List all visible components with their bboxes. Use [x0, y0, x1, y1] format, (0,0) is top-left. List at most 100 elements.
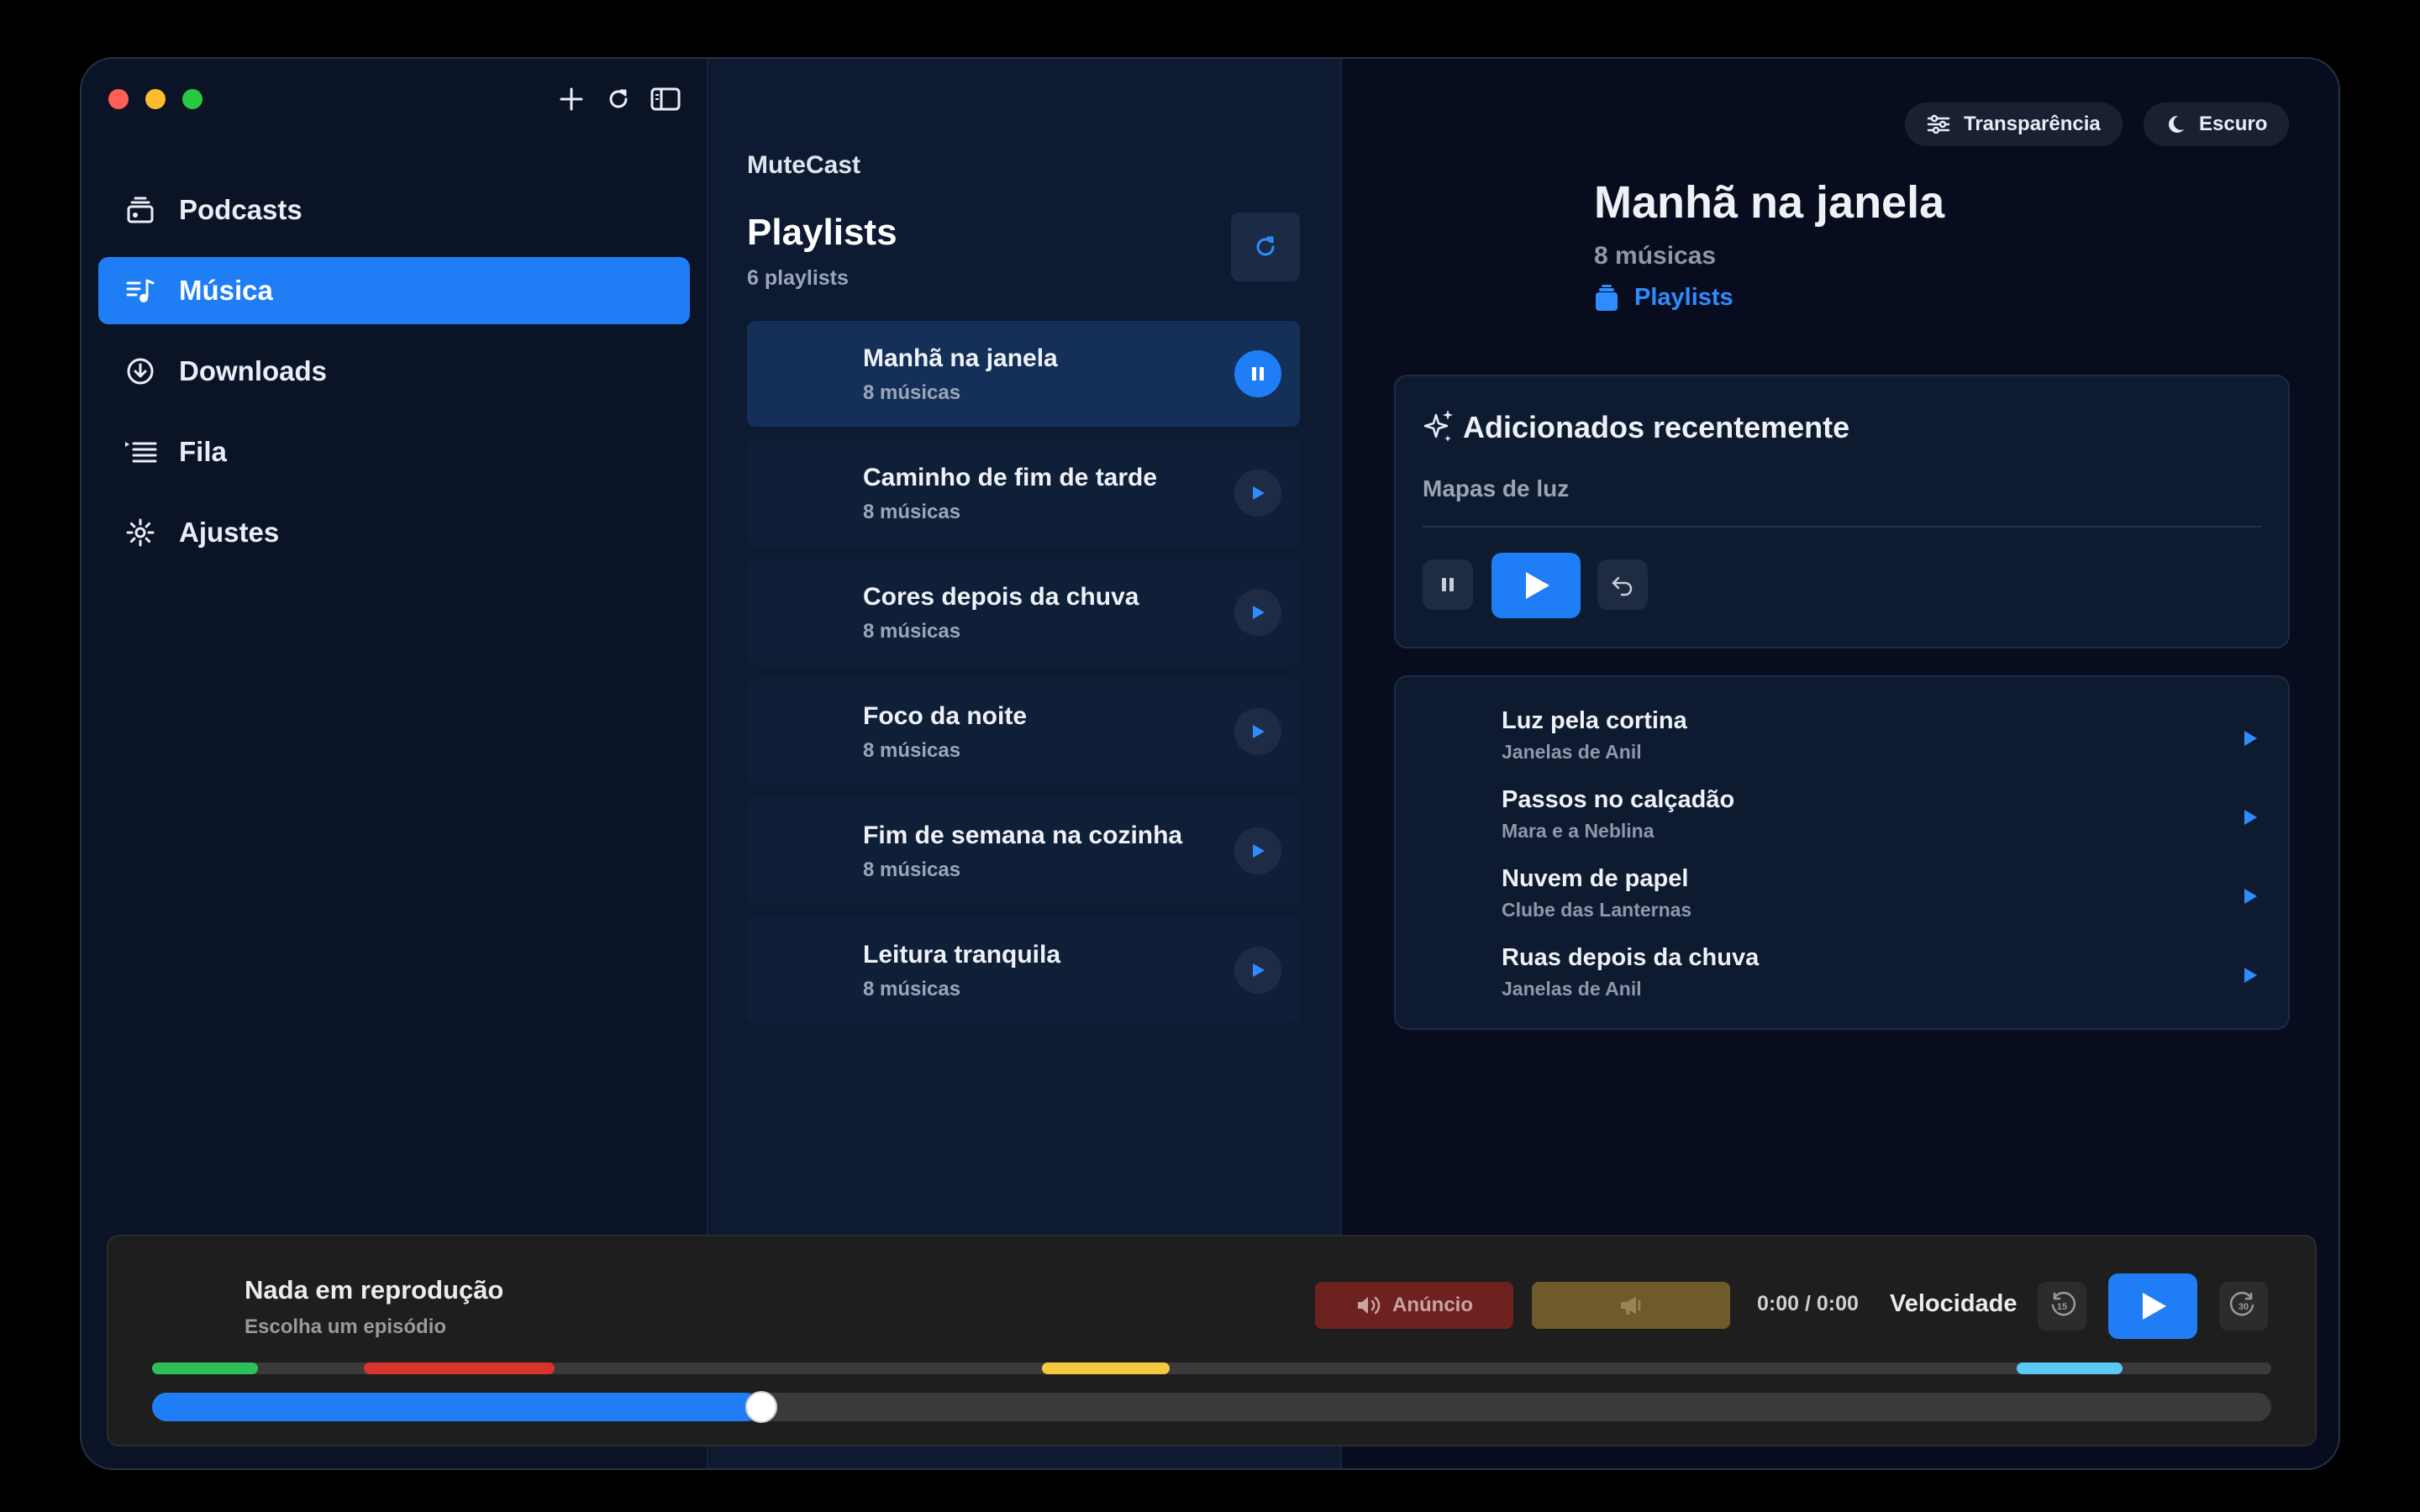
minimize-window-button[interactable]	[145, 89, 166, 109]
stack-icon	[1596, 284, 1618, 311]
toggle-sidebar-button[interactable]	[650, 84, 681, 114]
player-bar: Nada em reprodução Escolha um episódio A…	[107, 1235, 2317, 1446]
now-playing-title: Nada em reprodução	[245, 1275, 504, 1305]
list-item[interactable]: Caminho de fim de tarde 8 músicas	[747, 440, 1300, 546]
song-artist: Clube das Lanternas	[1502, 899, 1692, 921]
play-button[interactable]	[1234, 708, 1281, 755]
playlist-count: 8 músicas	[863, 501, 961, 523]
sidebar-item-label: Ajustes	[179, 517, 280, 548]
playlist-count: 8 músicas	[863, 858, 961, 881]
theme-toggle[interactable]: Escuro	[2144, 102, 2290, 146]
playlist-list: Manhã na janela 8 músicas Caminho de fim…	[747, 321, 1300, 1037]
sidebar-toolbar	[556, 84, 681, 114]
song-artist: Janelas de Anil	[1502, 978, 1642, 1000]
recently-added-card: Adicionados recentemente Mapas de luz	[1394, 375, 2290, 648]
play-button[interactable]	[1234, 470, 1281, 517]
window-controls	[108, 89, 203, 109]
list-item[interactable]: Passos no calçadão Mara e a Neblina	[1502, 786, 2263, 853]
app-window: Podcasts Música Downloads Fila Ajustes M…	[80, 57, 2340, 1470]
playlist-count: 8 músicas	[863, 381, 961, 404]
play-icon	[1253, 844, 1265, 858]
queue-icon	[124, 435, 157, 469]
mute-button[interactable]	[1532, 1282, 1730, 1329]
sidebar-item-fila[interactable]: Fila	[98, 418, 690, 486]
progress-fill	[152, 1393, 760, 1421]
song-title: Luz pela cortina	[1502, 707, 1687, 734]
play-button[interactable]	[1234, 947, 1281, 994]
undo-button[interactable]	[1597, 559, 1648, 610]
sidebar-item-musica[interactable]: Música	[98, 257, 690, 324]
play-icon	[1253, 725, 1265, 738]
sparkles-icon	[1423, 410, 1453, 442]
sidebar-nav: Podcasts Música Downloads Fila Ajustes	[98, 176, 690, 580]
play-button[interactable]	[1234, 589, 1281, 636]
recently-added-title: Adicionados recentemente	[1463, 410, 1850, 444]
close-window-button[interactable]	[108, 89, 129, 109]
play-icon	[2244, 810, 2257, 825]
pause-button[interactable]	[1234, 350, 1281, 397]
list-item[interactable]: Fim de semana na cozinha 8 músicas	[747, 798, 1300, 904]
app-brand: MuteCast	[747, 151, 861, 179]
transparency-toggle[interactable]: Transparência	[1905, 102, 2123, 146]
timeline-segment	[364, 1362, 555, 1374]
refresh-button[interactable]	[603, 84, 634, 114]
speed-button[interactable]: Velocidade	[1890, 1290, 2018, 1318]
list-item[interactable]: Leitura tranquila 8 músicas	[747, 917, 1300, 1023]
skip-ad-button[interactable]: Anúncio	[1315, 1282, 1513, 1329]
sidebar-item-podcasts[interactable]: Podcasts	[98, 176, 690, 244]
sidebar-item-ajustes[interactable]: Ajustes	[98, 499, 690, 566]
segment-timeline[interactable]	[152, 1362, 2271, 1374]
list-item[interactable]: Nuvem de papel Clube das Lanternas	[1502, 865, 2263, 932]
play-button[interactable]	[2238, 726, 2263, 751]
playlists-link-label: Playlists	[1634, 284, 1733, 311]
progress-knob[interactable]	[745, 1391, 778, 1423]
list-item[interactable]: Manhã na janela 8 músicas	[747, 321, 1300, 427]
undo-icon	[1612, 576, 1633, 596]
transparency-label: Transparência	[1964, 113, 2101, 135]
list-item[interactable]: Ruas depois da chuva Janelas de Anil	[1502, 944, 2263, 1011]
playlist-count: 8 músicas	[863, 620, 961, 643]
playlist-name: Caminho de fim de tarde	[863, 464, 1158, 491]
podcasts-icon	[124, 193, 157, 227]
play-button[interactable]	[2238, 805, 2263, 830]
play-button[interactable]	[2108, 1273, 2197, 1339]
refresh-icon	[609, 89, 628, 108]
list-item[interactable]: Foco da noite 8 músicas	[747, 679, 1300, 785]
song-title: Nuvem de papel	[1502, 865, 1689, 892]
playlist-name: Leitura tranquila	[863, 941, 1061, 969]
theme-label: Escuro	[2199, 113, 2268, 135]
play-button[interactable]	[2238, 963, 2263, 988]
add-button[interactable]	[556, 84, 587, 114]
play-button[interactable]	[1234, 827, 1281, 874]
playlist-title: Manhã na janela	[1594, 177, 1945, 228]
playlists-link[interactable]: Playlists	[1594, 284, 1733, 312]
sidebar-icon	[650, 87, 681, 111]
play-icon	[2143, 1293, 2166, 1320]
now-playing-subtitle: Escolha um episódio	[245, 1315, 447, 1338]
refresh-playlists-button[interactable]	[1231, 213, 1300, 281]
sidebar-item-label: Podcasts	[179, 194, 302, 225]
skip-back-icon: 15	[2051, 1291, 2076, 1316]
ad-label: Anúncio	[1392, 1294, 1473, 1316]
zoom-window-button[interactable]	[182, 89, 203, 109]
list-item[interactable]: Cores depois da chuva 8 músicas	[747, 559, 1300, 665]
list-item[interactable]: Luz pela cortina Janelas de Anil	[1502, 707, 2263, 774]
sidebar-item-downloads[interactable]: Downloads	[98, 338, 690, 405]
timeline-segment	[1042, 1362, 1170, 1374]
play-icon	[2244, 968, 2257, 983]
moon-icon	[2169, 115, 2184, 133]
playback-time: 0:00 / 0:00	[1757, 1292, 1859, 1315]
divider	[1423, 526, 2261, 528]
sliders-icon	[1927, 114, 1950, 134]
pause-icon	[1252, 367, 1264, 381]
progress-slider[interactable]	[152, 1391, 2271, 1423]
svg-text:15: 15	[2057, 1302, 2067, 1312]
play-button[interactable]	[1491, 553, 1581, 618]
play-button[interactable]	[2238, 884, 2263, 909]
sidebar-item-label: Fila	[179, 436, 227, 467]
skip-back-button[interactable]: 15	[2038, 1282, 2086, 1331]
pause-button[interactable]	[1423, 559, 1473, 610]
download-icon	[124, 354, 157, 388]
skip-forward-button[interactable]: 30	[2219, 1282, 2268, 1331]
pause-icon	[1442, 578, 1454, 591]
